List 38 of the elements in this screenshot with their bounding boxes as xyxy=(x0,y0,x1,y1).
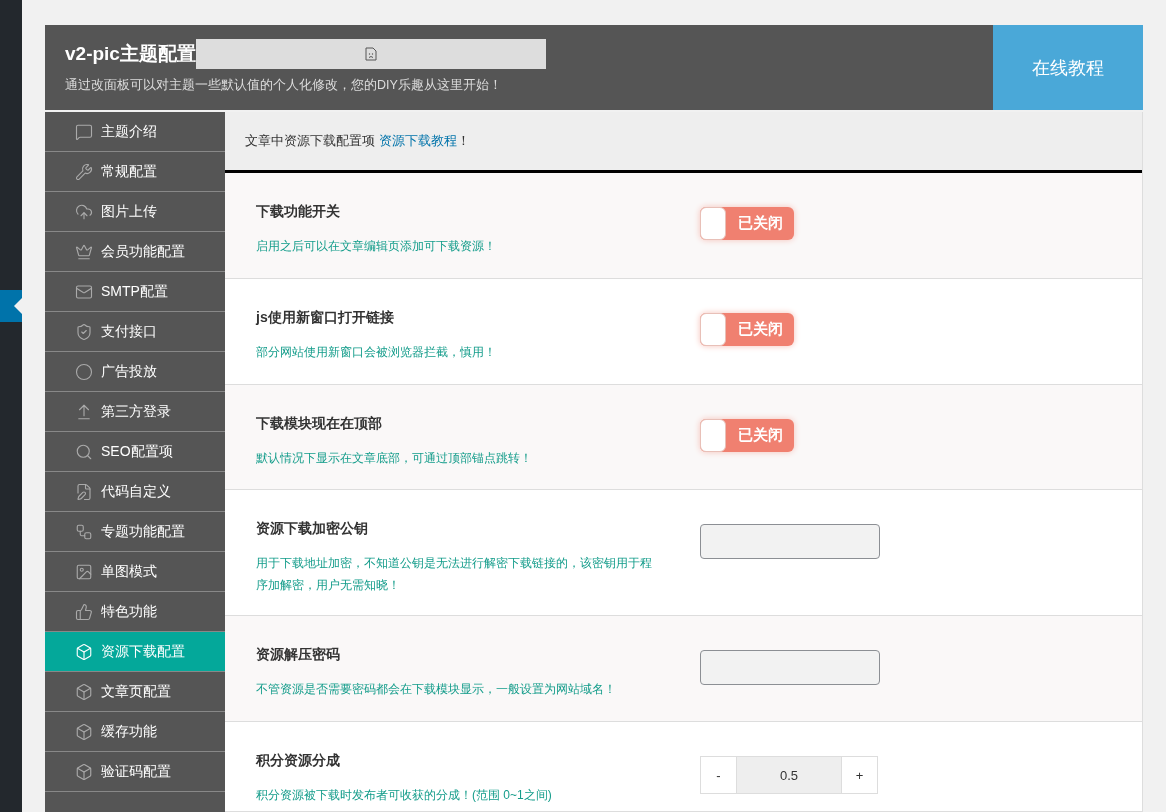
tools-icon xyxy=(75,162,93,181)
search-icon xyxy=(75,442,93,461)
setting-title: 积分资源分成 xyxy=(256,752,341,770)
setting-description: 部分网站使用新窗口会被浏览器拦截，慎用！ xyxy=(256,344,497,361)
active-menu-marker xyxy=(0,290,22,322)
setting-description: 启用之后可以在文章编辑页添加可下载资源！ xyxy=(256,238,497,255)
box-icon xyxy=(75,722,93,741)
setting-description: 默认情况下显示在文章底部，可通过顶部锚点跳转！ xyxy=(256,450,533,467)
shield-icon xyxy=(75,322,93,341)
broken-image-icon xyxy=(364,47,377,61)
image-icon xyxy=(75,562,93,581)
upload-icon xyxy=(75,402,93,421)
cloud-upload-icon xyxy=(75,202,93,221)
speech-bubble-icon xyxy=(75,122,93,141)
circle-icon xyxy=(75,362,93,381)
file-edit-icon xyxy=(75,482,93,501)
box-icon xyxy=(75,762,93,781)
setting-description: 不管资源是否需要密码都会在下载模块显示，一般设置为网站域名！ xyxy=(256,681,617,698)
setting-title: 下载功能开关 xyxy=(256,203,341,221)
setting-description: 用于下载地址加密，不知道公钥是无法进行解密下载链接的，该密钥用于程序加解密，用户无需知晓！ xyxy=(256,555,653,594)
setting-title: js使用新窗口打开链接 xyxy=(256,309,395,327)
tutorial-link[interactable]: 资源下载教程 xyxy=(379,133,457,148)
setting-title: 下载模块现在在顶部 xyxy=(256,415,383,433)
thumbs-up-icon xyxy=(75,602,93,621)
setting-title: 资源下载加密公钥 xyxy=(256,520,369,538)
setting-title: 资源解压密码 xyxy=(256,646,341,664)
box-icon xyxy=(75,642,93,661)
number-field[interactable]: 0.5 xyxy=(736,757,842,793)
crown-icon xyxy=(75,242,93,261)
box-icon xyxy=(75,682,93,701)
mail-icon xyxy=(75,282,93,301)
workflow-icon xyxy=(75,522,93,541)
intro-text: 文章中资源下载配置项 资源下载教程！ xyxy=(245,132,470,150)
subtitle: 通过改面板可以对主题一些默认值的个人化修改，您的DIY乐趣从这里开始！ xyxy=(65,77,503,94)
input-field[interactable] xyxy=(700,524,880,559)
page-title: v2-pic主题配置 xyxy=(65,42,196,66)
setting-description: 积分资源被下载时发布者可收获的分成！(范围 0~1之间) xyxy=(256,787,553,804)
input-field[interactable] xyxy=(700,650,880,685)
